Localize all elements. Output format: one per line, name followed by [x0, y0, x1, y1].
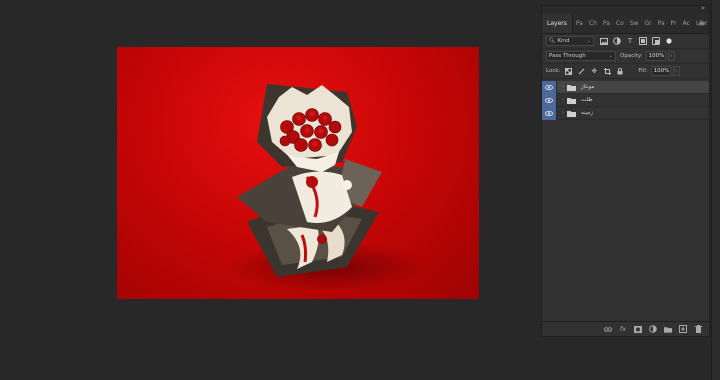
folder-icon: [567, 84, 576, 91]
kind-filter-label: Kind: [557, 38, 570, 44]
expand-caret-icon[interactable]: ›: [559, 110, 567, 116]
tab-patterns[interactable]: Pa: [655, 14, 668, 33]
panel-tabs: Layers Pa Ch Pa Co Sw Gr Pa Pr Ac Libr ≡: [542, 14, 709, 34]
folder-icon: [567, 110, 576, 117]
new-group-icon[interactable]: [664, 325, 672, 333]
panel-collapse-bar[interactable]: »: [542, 4, 709, 14]
bouquet-image: [237, 84, 382, 277]
chevron-down-icon: ⌄: [586, 38, 591, 44]
tab-gradients[interactable]: Gr: [642, 14, 655, 33]
type-filter-icon[interactable]: T: [626, 37, 634, 45]
opacity-field[interactable]: 100%: [645, 51, 666, 61]
lock-position-icon[interactable]: ✥: [590, 67, 598, 75]
lock-transparent-icon[interactable]: [564, 67, 572, 75]
visibility-eye-icon[interactable]: [542, 80, 557, 94]
folder-icon: [567, 97, 576, 104]
layers-panel-toolbar: fx: [542, 321, 709, 336]
tab-paragraph[interactable]: Pa: [600, 14, 613, 33]
fill-field[interactable]: 100%: [650, 66, 671, 76]
new-layer-icon[interactable]: [679, 325, 687, 333]
layer-row[interactable]: › مونتاژ: [542, 80, 709, 94]
layer-name: ظلت: [581, 97, 593, 103]
fx-icon[interactable]: fx: [619, 325, 627, 333]
visibility-eye-icon[interactable]: [542, 93, 557, 107]
lock-row: Lock: ✥ Fill: 100% ›: [542, 64, 709, 79]
adjustment-layer-icon[interactable]: [649, 325, 657, 333]
link-layers-icon[interactable]: [604, 325, 612, 333]
kind-filter-select[interactable]: 🔍︎ Kind ⌄: [546, 36, 594, 46]
right-dock-strip: [711, 0, 720, 380]
fill-label: Fill:: [638, 68, 648, 74]
lock-artboard-icon[interactable]: [603, 67, 611, 75]
expand-caret-icon[interactable]: ›: [559, 97, 567, 103]
opacity-label: Opacity:: [620, 53, 643, 59]
layer-name: زمینه: [581, 110, 593, 116]
tab-paths[interactable]: Pa: [573, 14, 586, 33]
tab-swatches[interactable]: Sw: [627, 14, 642, 33]
tab-properties[interactable]: Pr: [668, 14, 680, 33]
lock-label: Lock:: [546, 68, 561, 74]
filter-icons: T: [600, 37, 673, 45]
blend-mode-select[interactable]: Pass Through ⌄: [546, 51, 616, 61]
expand-caret-icon[interactable]: ›: [559, 84, 567, 90]
opacity-slider-toggle[interactable]: ›: [667, 51, 675, 61]
layer-mask-icon[interactable]: [634, 325, 642, 333]
document-canvas[interactable]: [117, 47, 479, 299]
collapse-arrows-icon[interactable]: »: [701, 4, 705, 12]
layer-name: مونتاژ: [581, 84, 595, 90]
trash-icon[interactable]: [694, 325, 702, 333]
tab-color[interactable]: Co: [613, 14, 627, 33]
lock-pixels-icon[interactable]: [577, 67, 585, 75]
blend-mode-value: Pass Through: [549, 53, 586, 59]
shape-filter-icon[interactable]: [639, 37, 647, 45]
layers-list: › مونتاژ › ظلت › زمینه: [542, 80, 709, 120]
fill-slider-toggle[interactable]: ›: [672, 66, 680, 76]
tab-layers[interactable]: Layers: [542, 14, 573, 33]
tab-actions[interactable]: Ac: [680, 14, 693, 33]
layers-panel: » Layers Pa Ch Pa Co Sw Gr Pa Pr Ac Libr…: [541, 4, 710, 337]
image-filter-icon[interactable]: [600, 37, 608, 45]
document-workspace: [0, 0, 540, 380]
search-icon: 🔍︎: [549, 38, 556, 44]
layer-row[interactable]: › ظلت: [542, 93, 709, 107]
lock-all-icon[interactable]: [616, 67, 624, 75]
chevron-down-icon: ⌄: [608, 53, 613, 59]
fill-control: Fill: 100% ›: [634, 66, 680, 76]
blend-mode-row: Pass Through ⌄ Opacity: 100% ›: [542, 49, 709, 64]
tab-channels[interactable]: Ch: [586, 14, 600, 33]
lock-icons: ✥: [564, 67, 624, 75]
visibility-eye-icon[interactable]: [542, 106, 557, 120]
layer-row[interactable]: › زمینه: [542, 106, 709, 120]
adjustment-filter-icon[interactable]: [613, 37, 621, 45]
filter-toggle-icon[interactable]: [665, 37, 673, 45]
panel-menu-icon[interactable]: ≡: [698, 19, 705, 28]
smart-object-filter-icon[interactable]: [652, 37, 660, 45]
layer-filter-row: 🔍︎ Kind ⌄ T: [542, 34, 709, 49]
